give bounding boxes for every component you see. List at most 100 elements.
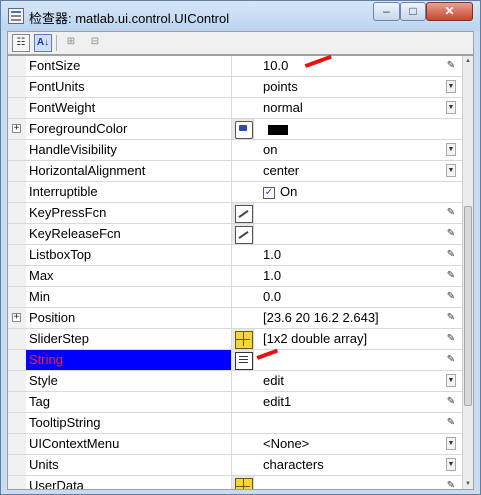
property-value[interactable] — [254, 413, 440, 433]
property-row[interactable]: Max 1.0 ✎ — [8, 266, 462, 287]
color-picker-icon — [235, 121, 253, 139]
expand-icon[interactable]: + — [12, 313, 21, 322]
edit-pencil-icon[interactable]: ✎ — [440, 350, 462, 370]
property-row[interactable]: HorizontalAlignment center ▼ — [8, 161, 462, 182]
chevron-down-icon: ▼ — [446, 164, 456, 177]
property-row[interactable]: String ✎ — [8, 350, 462, 371]
property-value[interactable] — [254, 350, 440, 370]
close-button[interactable]: ✕ — [426, 2, 473, 21]
property-row[interactable]: + Position [23.6 20 16.2 2.643] ✎ — [8, 308, 462, 329]
property-row[interactable]: HandleVisibility on ▼ — [8, 140, 462, 161]
property-row[interactable]: UserData ✎ — [8, 476, 462, 489]
property-row[interactable]: TooltipString ✎ — [8, 413, 462, 434]
edit-pencil-icon[interactable]: ✎ — [440, 56, 462, 76]
expand-icon[interactable]: + — [12, 124, 21, 133]
property-editor-button[interactable] — [232, 329, 254, 349]
dropdown-button[interactable]: ▼ — [440, 140, 462, 160]
edit-pencil-icon[interactable]: ✎ — [440, 476, 462, 489]
property-value[interactable]: 10.0 — [254, 56, 440, 76]
property-row[interactable]: Min 0.0 ✎ — [8, 287, 462, 308]
property-value-text: characters — [263, 457, 324, 472]
property-editor-button[interactable] — [232, 224, 254, 244]
property-row[interactable]: Interruptible ✓ On — [8, 182, 462, 203]
edit-pencil-icon[interactable]: ✎ — [440, 413, 462, 433]
checkbox-checked-icon[interactable]: ✓ — [263, 186, 275, 199]
property-name: UserData — [26, 476, 232, 489]
row-gutter — [8, 77, 26, 97]
alphabetical-view-button[interactable]: A↓ — [34, 34, 52, 52]
property-name: ListboxTop — [26, 245, 232, 265]
property-name: ForegroundColor — [26, 119, 232, 139]
vertical-scrollbar[interactable]: ▲ ▼ — [462, 56, 473, 489]
property-name: String — [26, 350, 232, 370]
edit-pencil-icon[interactable]: ✎ — [440, 392, 462, 412]
property-row[interactable]: KeyReleaseFcn ✎ — [8, 224, 462, 245]
row-gutter — [8, 140, 26, 160]
scroll-up-arrow-icon[interactable]: ▲ — [464, 57, 472, 65]
property-row[interactable]: UIContextMenu <None> ▼ — [8, 434, 462, 455]
property-value[interactable]: <None> — [254, 434, 440, 454]
inspector-window: 检查器: matlab.ui.control.UIControl – □ ✕ ☷… — [0, 0, 481, 495]
row-gutter — [8, 392, 26, 412]
property-value[interactable]: edit1 — [254, 392, 440, 412]
property-value[interactable]: [1x2 double array] — [254, 329, 440, 349]
property-value[interactable]: characters — [254, 455, 440, 475]
property-value[interactable]: 1.0 — [254, 266, 440, 286]
property-value[interactable] — [254, 224, 440, 244]
property-value[interactable]: ✓ On — [254, 182, 440, 202]
dropdown-button[interactable]: ▼ — [440, 161, 462, 181]
property-value[interactable] — [254, 119, 440, 139]
property-row[interactable]: FontUnits points ▼ — [8, 77, 462, 98]
dropdown-button[interactable]: ▼ — [440, 77, 462, 97]
title-bar[interactable]: 检查器: matlab.ui.control.UIControl – □ ✕ — [1, 1, 480, 31]
property-value[interactable] — [254, 476, 440, 489]
property-value[interactable]: on — [254, 140, 440, 160]
property-row[interactable]: Tag edit1 ✎ — [8, 392, 462, 413]
property-row[interactable]: ListboxTop 1.0 ✎ — [8, 245, 462, 266]
property-name: Style — [26, 371, 232, 391]
property-value[interactable]: normal — [254, 98, 440, 118]
scroll-thumb[interactable] — [464, 206, 472, 406]
row-gutter — [8, 287, 26, 307]
property-row[interactable]: KeyPressFcn ✎ — [8, 203, 462, 224]
dropdown-button[interactable]: ▼ — [440, 98, 462, 118]
dropdown-button[interactable]: ▼ — [440, 434, 462, 454]
dropdown-button[interactable]: ▼ — [440, 371, 462, 391]
property-value[interactable]: 0.0 — [254, 287, 440, 307]
dropdown-button[interactable]: ▼ — [440, 455, 462, 475]
property-name: Position — [26, 308, 232, 328]
property-editor-button[interactable] — [232, 476, 254, 489]
edit-pencil-icon[interactable]: ✎ — [440, 266, 462, 286]
property-row[interactable]: + ForegroundColor — [8, 119, 462, 140]
edit-pencil-icon[interactable]: ✎ — [440, 287, 462, 307]
property-value[interactable]: 1.0 — [254, 245, 440, 265]
property-value[interactable]: [23.6 20 16.2 2.643] — [254, 308, 440, 328]
edit-pencil-icon[interactable]: ✎ — [440, 308, 462, 328]
property-row[interactable]: FontSize 10.0 ✎ — [8, 56, 462, 77]
property-row[interactable]: FontWeight normal ▼ — [8, 98, 462, 119]
collapse-all-button[interactable]: ⊟ — [86, 34, 104, 52]
inspector-app-icon — [8, 8, 24, 24]
edit-pencil-icon[interactable]: ✎ — [440, 245, 462, 265]
property-row[interactable]: Style edit ▼ — [8, 371, 462, 392]
property-value[interactable]: edit — [254, 371, 440, 391]
scroll-down-arrow-icon[interactable]: ▼ — [464, 480, 472, 488]
property-editor-button[interactable] — [232, 119, 254, 139]
row-gutter — [8, 161, 26, 181]
edit-pencil-icon[interactable]: ✎ — [440, 224, 462, 244]
maximize-button[interactable]: □ — [400, 2, 426, 21]
property-value[interactable]: points — [254, 77, 440, 97]
property-editor-button[interactable] — [232, 203, 254, 223]
expand-all-button[interactable]: ⊞ — [62, 34, 80, 52]
property-row[interactable]: SliderStep [1x2 double array] ✎ — [8, 329, 462, 350]
property-row[interactable]: Units characters ▼ — [8, 455, 462, 476]
property-value[interactable]: center — [254, 161, 440, 181]
property-grid: FontSize 10.0 ✎ FontUnits points ▼ FontWeight n… — [7, 55, 474, 490]
categorized-view-button[interactable]: ☷ — [12, 34, 30, 52]
property-value[interactable] — [254, 203, 440, 223]
edit-pencil-icon[interactable]: ✎ — [440, 203, 462, 223]
edit-pencil-icon[interactable]: ✎ — [440, 329, 462, 349]
minimize-button[interactable]: – — [373, 2, 400, 21]
property-value-text: 10.0 — [263, 58, 289, 73]
property-editor-button[interactable] — [232, 350, 254, 370]
